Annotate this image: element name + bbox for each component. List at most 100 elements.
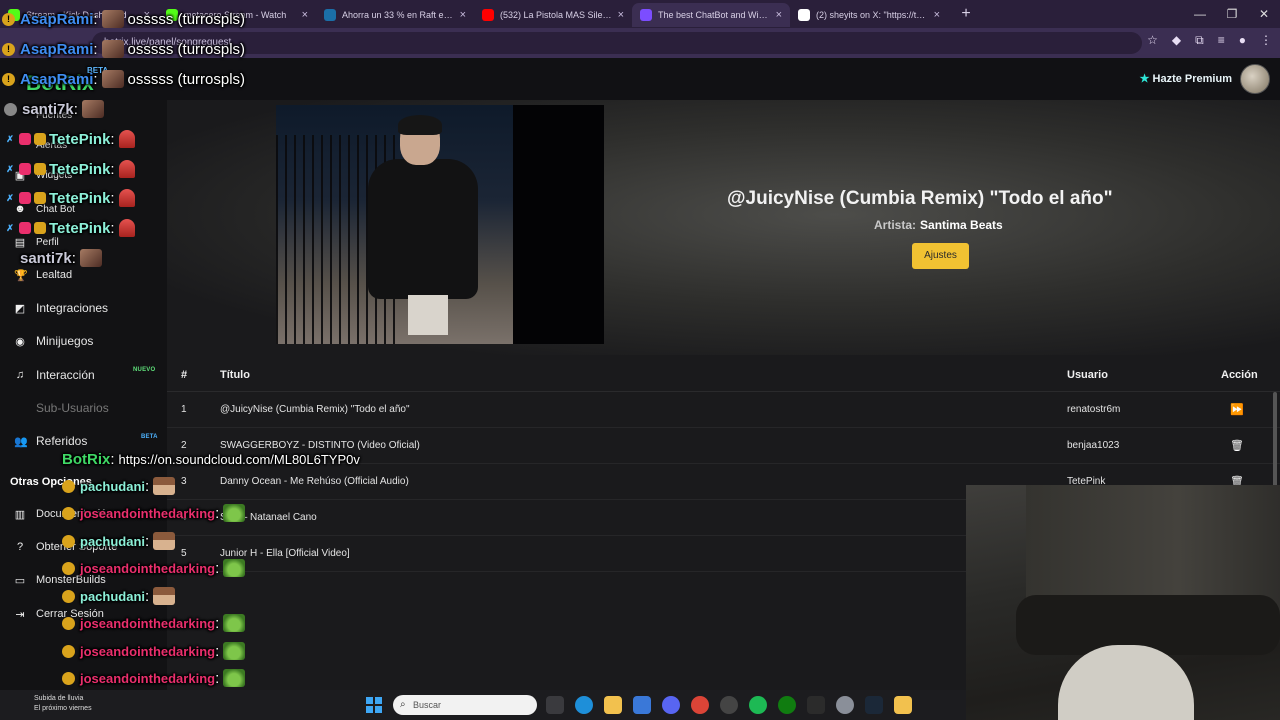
- sidebar-icon[interactable]: ≡: [1218, 33, 1225, 48]
- browser-tab[interactable]: metacero Stream - Watch ×: [158, 3, 316, 27]
- explorer-icon[interactable]: [604, 696, 622, 714]
- col-title: Título: [220, 369, 250, 381]
- table-header: # Título Usuario Acción: [167, 358, 1280, 392]
- sidebar-item-label: Documentación: [36, 508, 113, 520]
- table-row[interactable]: 2 SWAGGERBOYZ - DISTINTO (Video Oficial)…: [167, 428, 1280, 464]
- trash-icon[interactable]: 🗑: [1230, 428, 1244, 464]
- close-icon[interactable]: ×: [460, 9, 466, 21]
- sidebar-item-lealtad[interactable]: 🏆 Lealtad: [14, 266, 72, 284]
- folder-icon[interactable]: [894, 696, 912, 714]
- youtube-icon: [482, 9, 494, 21]
- sidebar-item-obtener-soporte[interactable]: ? Obtener Soporte: [14, 538, 117, 556]
- sidebar-item-chat-bot[interactable]: ☻ Chat Bot: [14, 200, 75, 218]
- integrations-icon: ◩: [14, 302, 26, 315]
- tab-title: The best ChatBot and Widgets: [658, 10, 770, 20]
- taskbar-search-input[interactable]: ⌕ Buscar: [393, 695, 537, 715]
- settings-icon[interactable]: [836, 696, 854, 714]
- sidebar-item-documentacion[interactable]: ▥ Documentación: [14, 505, 113, 523]
- sidebar-item-label: Referidos: [36, 434, 88, 448]
- toolbar-icons: ☆ ◆ ⧉ ≡ ● ⋮: [1147, 33, 1272, 48]
- tab-title: Stream - Kick Dashboard: [26, 10, 127, 20]
- browser-tab[interactable]: Stream - Kick Dashboard ×: [0, 3, 158, 27]
- sidebar-item-label: Cerrar Sesión: [36, 608, 104, 620]
- close-icon[interactable]: ×: [618, 9, 624, 21]
- search-placeholder: Buscar: [413, 700, 442, 710]
- extension-icon[interactable]: ◆: [1172, 33, 1181, 48]
- close-icon[interactable]: ×: [934, 9, 940, 21]
- col-number: #: [181, 369, 188, 381]
- sidebar-item-perfil[interactable]: ▤ Perfil: [14, 233, 59, 251]
- edge-icon[interactable]: [575, 696, 593, 714]
- sidebar-subitem-fuentes[interactable]: Fuentes: [36, 106, 72, 124]
- epic-icon[interactable]: [807, 696, 825, 714]
- sidebar-item-widgets[interactable]: ▣ Widgets: [14, 166, 72, 184]
- legs-shape: [408, 295, 448, 335]
- sidebar-item-label: Obtener Soporte: [36, 541, 118, 553]
- address-bar[interactable]: botrix.live/panel/songrequest: [92, 32, 1142, 54]
- steam-icon: [324, 9, 336, 21]
- sidebar-item-label: Interacción: [36, 368, 95, 382]
- window-controls: — ❐ ✕: [1184, 0, 1280, 28]
- artist-name: Santima Beats: [920, 218, 1003, 232]
- close-icon[interactable]: ×: [776, 9, 782, 21]
- x-icon: [798, 9, 810, 21]
- browser-tab[interactable]: (532) La Pistola MAS Silenciosa ×: [474, 3, 632, 27]
- chrome-icon[interactable]: [691, 696, 709, 714]
- profile-icon[interactable]: ●: [1239, 33, 1246, 48]
- obs-icon[interactable]: [720, 696, 738, 714]
- document-icon: ▥: [14, 508, 26, 521]
- sidebar-item-referidos[interactable]: 👥 Referidos: [14, 432, 87, 450]
- sidebar-subitem-alertas[interactable]: Alertas: [36, 136, 67, 154]
- browser-tab[interactable]: Ahorra un 33 % en Raft en Steam ×: [316, 3, 474, 27]
- sidebar-item-label: Chat Bot: [36, 203, 75, 215]
- weather-subtitle: El próximo viernes: [34, 705, 92, 712]
- skip-icon[interactable]: ⏩: [1230, 392, 1244, 428]
- col-action: Acción: [1221, 369, 1258, 381]
- close-icon[interactable]: ×: [302, 9, 308, 21]
- table-row[interactable]: 1 @JuicyNise (Cumbia Remix) "Todo el año…: [167, 392, 1280, 428]
- kick-icon: [8, 9, 20, 21]
- sidebar-item-label: Sub-Usuarios: [36, 401, 109, 415]
- minimize-button[interactable]: —: [1184, 0, 1216, 28]
- spotify-icon[interactable]: [749, 696, 767, 714]
- music-icon: ♫: [15, 369, 25, 381]
- sidebar-item-minijuegos[interactable]: ◉ Minijuegos: [14, 332, 93, 350]
- close-icon[interactable]: ×: [144, 9, 150, 21]
- avatar[interactable]: [1240, 64, 1270, 94]
- menu-icon[interactable]: ⋮: [1260, 33, 1272, 48]
- settings-button[interactable]: Ajustes: [912, 243, 969, 269]
- help-icon: ?: [16, 541, 24, 553]
- browser-tab-active[interactable]: The best ChatBot and Widgets ×: [632, 3, 790, 27]
- store-icon[interactable]: [633, 696, 651, 714]
- sidebar-item-monsterbuilds[interactable]: ▭ MonsterBuilds: [14, 571, 106, 589]
- puzzle-icon[interactable]: ⧉: [1195, 33, 1204, 48]
- kick-icon: [166, 9, 178, 21]
- premium-label: Hazte Premium: [1152, 73, 1232, 85]
- taskview-icon[interactable]: [546, 696, 564, 714]
- sidebar-item-sub-usuarios[interactable]: Sub-Usuarios: [14, 399, 109, 417]
- steam-icon[interactable]: [865, 696, 883, 714]
- cover-photo: [276, 105, 513, 344]
- star-icon[interactable]: ☆: [1147, 33, 1158, 48]
- webcam-chair: [1058, 645, 1194, 720]
- artist-row: Artista: Santima Beats: [874, 218, 1003, 232]
- sidebar-item-interaccion[interactable]: ♫ Interacción: [14, 366, 95, 384]
- person-graphic: [348, 115, 488, 335]
- maximize-button[interactable]: ❐: [1216, 0, 1248, 28]
- sidebar-item-cerrar-sesion[interactable]: ⇥ Cerrar Sesión: [14, 605, 104, 623]
- discord-icon[interactable]: [662, 696, 680, 714]
- windows-start-icon[interactable]: [366, 697, 382, 713]
- weather-widget[interactable]: Subida de lluvia El próximo viernes: [34, 694, 92, 714]
- col-user: Usuario: [1067, 369, 1108, 381]
- new-tab-button[interactable]: +: [956, 5, 976, 23]
- xbox-icon[interactable]: [778, 696, 796, 714]
- star-icon: ★: [1139, 73, 1150, 85]
- row-title: SWAGGERBOYZ - DISTINTO (Video Oficial): [220, 440, 420, 451]
- sidebar-item-integraciones[interactable]: ◩ Integraciones: [14, 299, 108, 317]
- nuevo-badge: NUEVO: [133, 367, 156, 373]
- hair-shape: [398, 115, 442, 135]
- close-window-button[interactable]: ✕: [1248, 0, 1280, 28]
- premium-button[interactable]: ★ Hazte Premium: [1140, 72, 1232, 85]
- browser-tab[interactable]: (2) sheyits on X: "https://t.co/M ×: [790, 3, 948, 27]
- gamepad-icon: ◉: [15, 335, 25, 348]
